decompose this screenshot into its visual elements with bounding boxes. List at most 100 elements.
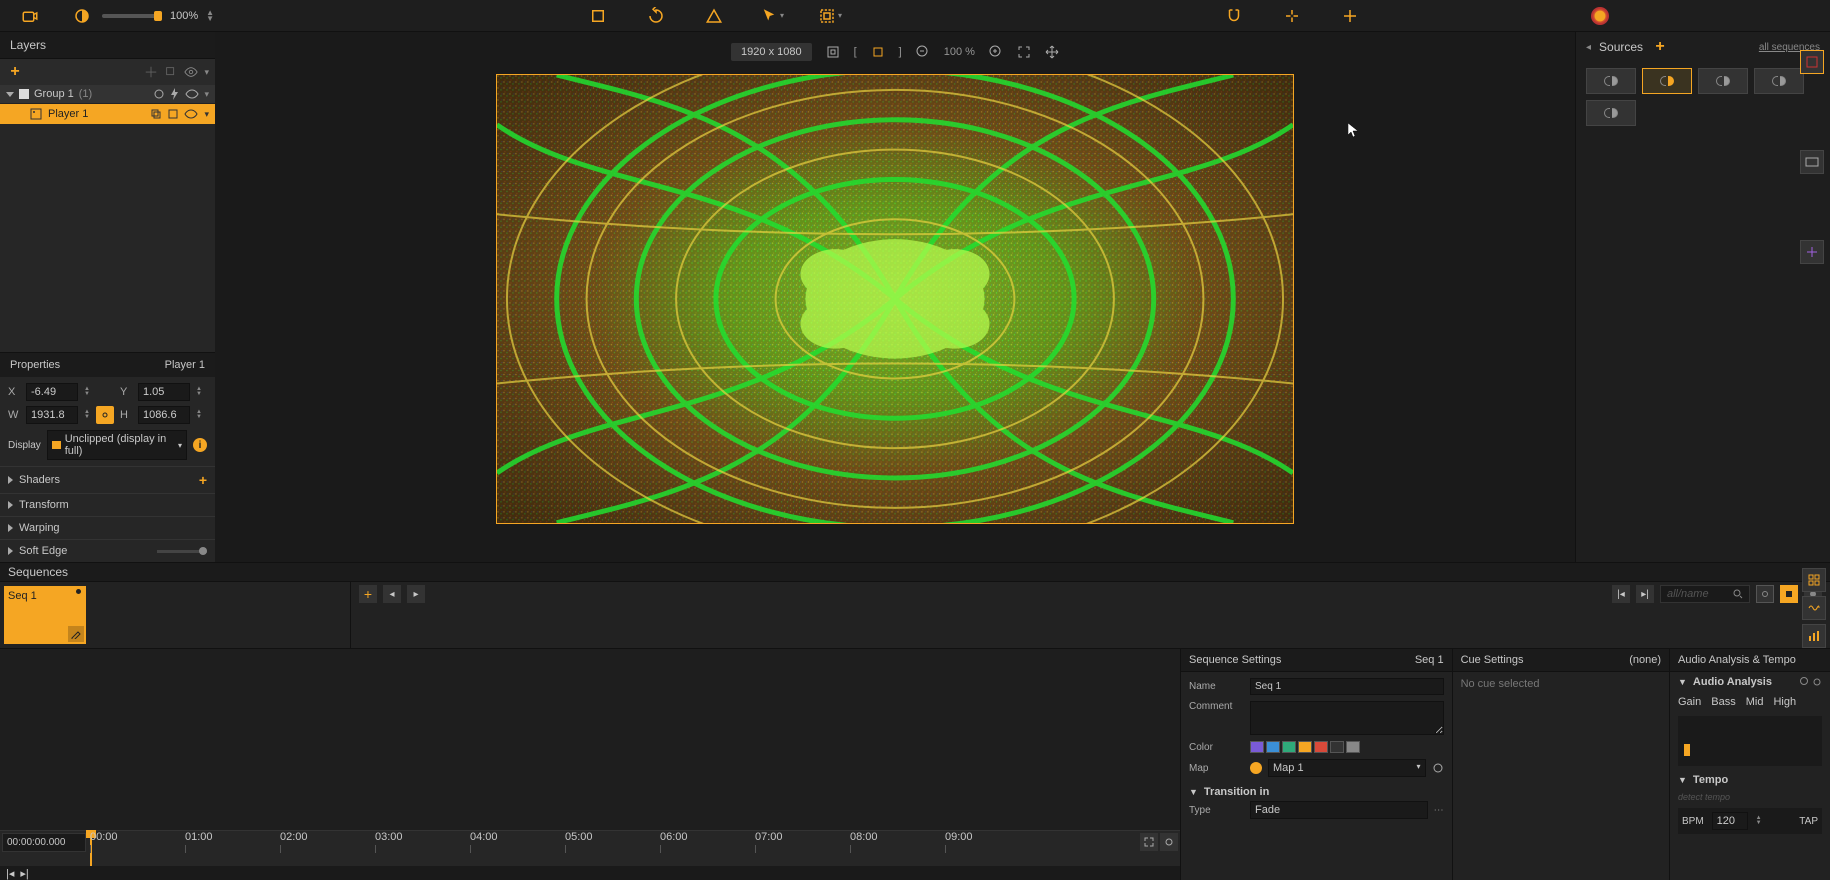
input-w[interactable] [26, 406, 78, 424]
transition-type-select[interactable]: Fade [1250, 801, 1428, 819]
section-transform[interactable]: Transform [0, 493, 215, 516]
color-swatch[interactable] [1330, 741, 1344, 753]
snap-icon[interactable] [1280, 4, 1304, 28]
source-thumb-2[interactable] [1642, 68, 1692, 94]
input-h[interactable] [138, 406, 190, 424]
side-output-icon[interactable] [1800, 50, 1824, 74]
goto-start-button[interactable]: |◂ [6, 867, 14, 880]
display-label: Display [8, 440, 41, 451]
edit-sequence-button[interactable] [68, 626, 84, 642]
eye-icon[interactable] [185, 89, 199, 99]
duplicate-icon[interactable] [164, 65, 178, 79]
add-icon[interactable] [1338, 4, 1362, 28]
loop-icon[interactable] [153, 88, 165, 100]
center-icon[interactable] [871, 45, 885, 59]
seq-comment-input[interactable] [1250, 701, 1444, 735]
rotate-icon[interactable] [644, 4, 668, 28]
source-thumb-4[interactable] [1754, 68, 1804, 94]
color-swatch[interactable] [1250, 741, 1264, 753]
section-shaders[interactable]: Shaders + [0, 466, 215, 493]
source-thumb-1[interactable] [1586, 68, 1636, 94]
layer-group-row[interactable]: Group 1 (1) ▾ [0, 85, 215, 104]
magnet-icon[interactable] [1222, 4, 1246, 28]
more-icon[interactable]: ⋯ [1434, 805, 1444, 816]
source-thumb-5[interactable] [1586, 100, 1636, 126]
fullscreen-icon[interactable] [1017, 45, 1031, 59]
move-icon[interactable] [1045, 45, 1059, 59]
side-monitor-icon[interactable] [1800, 150, 1824, 174]
skip-end-button[interactable]: ▸| [1636, 585, 1654, 603]
side-fx-icon[interactable] [1800, 240, 1824, 264]
tap-button[interactable]: TAP [1799, 816, 1818, 827]
map-select[interactable]: Map 1▾ [1268, 759, 1426, 777]
color-swatch[interactable] [1314, 741, 1328, 753]
side-wave-icon[interactable] [1802, 596, 1826, 620]
eye-icon[interactable] [184, 109, 198, 119]
color-swatch[interactable] [1282, 741, 1296, 753]
goto-end-button[interactable]: ▸| [20, 867, 28, 880]
input-y[interactable] [138, 383, 190, 401]
color-swatch[interactable] [1298, 741, 1312, 753]
sequence-tab-1[interactable]: Seq 1 [4, 586, 86, 644]
input-x[interactable] [26, 383, 78, 401]
canvas-area: 1920 x 1080 [ ] 100 % [215, 32, 1575, 562]
bpm-input[interactable] [1712, 812, 1748, 830]
display-select[interactable]: Unclipped (display in full) ▾ [47, 430, 187, 460]
square-icon[interactable] [168, 109, 178, 119]
source-thumb-3[interactable] [1698, 68, 1748, 94]
link-wh-button[interactable] [96, 406, 114, 424]
collapse-icon[interactable]: ◂ [1586, 42, 1591, 53]
audio-settings-icon[interactable] [1812, 677, 1822, 687]
side-grid-icon[interactable] [1802, 568, 1826, 592]
lightning-icon[interactable] [170, 88, 180, 100]
expand-icon[interactable] [6, 92, 14, 97]
color-swatch[interactable] [1346, 741, 1360, 753]
image-icon [30, 108, 42, 120]
softedge-slider[interactable] [157, 550, 207, 553]
color-swatch[interactable] [1266, 741, 1280, 753]
time-display[interactable]: 00:00:00.000 [2, 833, 86, 852]
add-shader-button[interactable]: + [199, 472, 207, 488]
zoom-out-icon[interactable] [916, 45, 930, 59]
layer-player-row[interactable]: Player 1 ▾ [0, 104, 215, 124]
side-bars-icon[interactable] [1802, 624, 1826, 648]
palette-icon[interactable] [1588, 4, 1612, 28]
visibility-icon[interactable] [184, 65, 198, 79]
camera-icon[interactable] [18, 4, 42, 28]
duplicate-icon[interactable] [150, 108, 162, 120]
skip-start-button[interactable]: |◂ [1612, 585, 1630, 603]
collapse-icon[interactable] [144, 65, 158, 79]
contrast-icon[interactable] [70, 4, 94, 28]
rec-b-button[interactable] [1780, 585, 1798, 603]
properties-title: Properties [10, 359, 60, 371]
band-label: High [1773, 696, 1796, 708]
add-layer-button[interactable]: + [6, 63, 24, 81]
cue-search[interactable]: all/name [1660, 585, 1750, 603]
audio-toggle-icon[interactable] [1800, 677, 1808, 685]
settings-button[interactable] [1160, 833, 1178, 851]
prev-cue-button[interactable]: ◂ [383, 585, 401, 603]
pointer-icon[interactable]: ▾ [760, 4, 784, 28]
bounding-icon[interactable]: ▾ [818, 4, 842, 28]
crop-icon[interactable] [586, 4, 610, 28]
add-seq-button[interactable]: + [359, 585, 377, 603]
map-settings-icon[interactable] [1432, 762, 1444, 774]
opacity-slider[interactable] [102, 14, 162, 18]
info-icon[interactable]: i [193, 438, 207, 452]
preview-viewport[interactable] [496, 74, 1294, 524]
chevron-down-icon[interactable]: ▾ [204, 67, 209, 78]
fit-icon[interactable] [826, 45, 840, 59]
section-softedge[interactable]: Soft Edge [0, 539, 215, 562]
transition-section[interactable]: ▼Transition in [1189, 783, 1444, 801]
cue-settings-title: Cue Settings [1461, 654, 1524, 666]
detect-tempo[interactable]: detect tempo [1670, 790, 1830, 804]
timeline-ruler[interactable]: 00:0001:0002:0003:0004:0005:0006:0007:00… [90, 831, 1140, 866]
zoom-in-icon[interactable] [989, 45, 1003, 59]
next-cue-button[interactable]: ▸ [407, 585, 425, 603]
zoom-fit-button[interactable] [1140, 833, 1158, 851]
section-warping[interactable]: Warping [0, 516, 215, 539]
add-source-button[interactable]: + [1651, 38, 1669, 56]
seq-name-input[interactable] [1250, 678, 1444, 695]
rec-a-button[interactable] [1756, 585, 1774, 603]
triangle-icon[interactable] [702, 4, 726, 28]
